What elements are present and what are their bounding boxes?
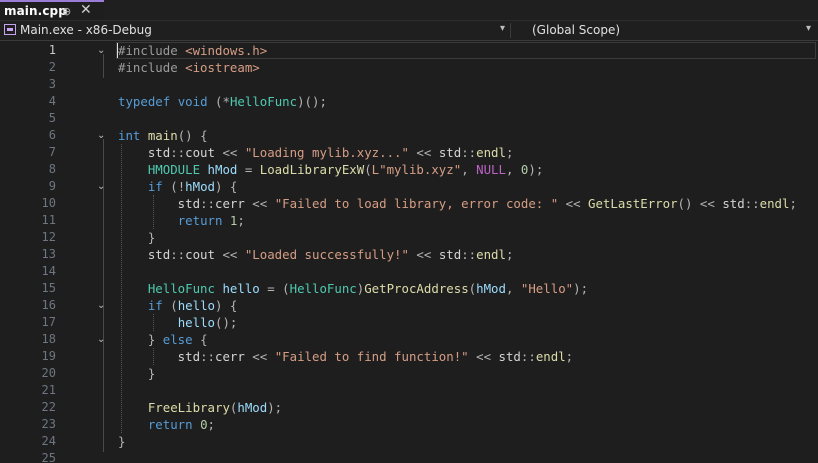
line-number: 20 (41, 366, 56, 380)
code-text: std::cout << "Loading mylib.xyz..." << s… (118, 145, 514, 160)
line-number: 24 (41, 434, 56, 448)
code-text: return 0; (147, 417, 215, 432)
navbar-divider (510, 23, 511, 38)
code-text: typedef void (*HelloFunc)(); (118, 94, 327, 109)
fold-toggle-icon[interactable]: ⌄ (97, 331, 105, 348)
line-number: 25 (41, 451, 56, 463)
line-number: 22 (41, 400, 56, 414)
code-line[interactable]: 10 std::cerr << "Failed to load library,… (0, 195, 818, 212)
code-line[interactable]: 1 ⌄ #include <windows.h> (0, 42, 818, 59)
code-line[interactable]: 7 std::cout << "Loading mylib.xyz..." <<… (0, 144, 818, 161)
code-text: if (!hMod) { (147, 179, 238, 194)
line-number: 19 (41, 349, 56, 363)
tab-main-cpp[interactable]: main.cpp ⊕ ✕ (0, 0, 104, 20)
line-number: 2 (48, 60, 56, 74)
line-number: 4 (48, 94, 56, 108)
code-line[interactable]: 3 (0, 76, 818, 93)
code-line[interactable]: 11 return 1; (0, 212, 818, 229)
code-text: #include <windows.h> (118, 43, 268, 58)
code-line[interactable]: 21 (0, 382, 818, 399)
code-line[interactable]: 18 ⌄ } else { (0, 331, 818, 348)
code-line[interactable]: 15 HelloFunc hello = (HelloFunc)GetProcA… (0, 280, 818, 297)
code-text: return 1; (177, 213, 245, 228)
code-text: std::cerr << "Failed to find function!" … (118, 349, 574, 364)
line-number: 18 (41, 332, 56, 346)
line-number: 1 (48, 43, 56, 57)
line-number: 7 (48, 145, 56, 159)
document-tab-strip: main.cpp ⊕ ✕ (0, 0, 818, 21)
code-line[interactable]: 13 std::cout << "Loaded successfully!" <… (0, 246, 818, 263)
fold-toggle-icon[interactable]: ⌄ (97, 297, 105, 314)
code-text: } (118, 366, 156, 381)
code-text: HMODULE hMod = LoadLibraryExW(L"mylib.xy… (147, 162, 544, 177)
line-number: 17 (41, 315, 56, 329)
code-text: } else { (118, 332, 208, 347)
code-text: int main() { (118, 128, 208, 143)
code-line[interactable]: 20 } (0, 365, 818, 382)
line-number: 10 (41, 196, 56, 210)
code-line[interactable]: 6 ⌄ int main() { (0, 127, 818, 144)
project-dropdown[interactable]: Main.exe - x86-Debug ▾ (2, 22, 510, 40)
line-number: 6 (48, 128, 56, 142)
line-number: 15 (41, 281, 56, 295)
navigation-bar: Main.exe - x86-Debug ▾ (Global Scope) ▾ (0, 21, 818, 41)
code-line[interactable]: 5 (0, 110, 818, 127)
project-label: Main.exe - x86-Debug (20, 23, 152, 37)
scope-dropdown[interactable]: (Global Scope) (532, 23, 620, 37)
fold-toggle-icon[interactable]: ⌄ (97, 127, 105, 144)
line-number: 9 (48, 179, 56, 193)
code-line[interactable]: 23 return 0; (0, 416, 818, 433)
code-text: } (118, 230, 156, 245)
code-line[interactable]: 2 #include <iostream> (0, 59, 818, 76)
project-icon (4, 24, 16, 35)
code-text: std::cerr << "Failed to load library, er… (118, 196, 797, 211)
line-number: 11 (41, 213, 56, 227)
code-line[interactable]: 19 std::cerr << "Failed to find function… (0, 348, 818, 365)
code-line[interactable]: 25 (0, 450, 818, 463)
fold-toggle-icon[interactable]: ⌄ (97, 178, 105, 195)
line-number: 12 (41, 230, 56, 244)
line-number: 3 (48, 77, 56, 91)
line-number: 8 (48, 162, 56, 176)
code-line[interactable]: 12 } (0, 229, 818, 246)
code-line[interactable]: 16 ⌄ if (hello) { (0, 297, 818, 314)
code-text: #include <iostream> (118, 60, 260, 75)
code-line[interactable]: 22 FreeLibrary(hMod); (0, 399, 818, 416)
code-line[interactable]: 4 typedef void (*HelloFunc)(); (0, 93, 818, 110)
code-text: FreeLibrary(hMod); (147, 400, 283, 415)
tab-title: main.cpp (4, 4, 67, 18)
code-text: hello(); (177, 315, 238, 330)
code-text: if (hello) { (147, 298, 238, 313)
line-number: 5 (48, 111, 56, 125)
code-text: std::cout << "Loaded successfully!" << s… (118, 247, 514, 262)
code-line[interactable]: 24} (0, 433, 818, 450)
fold-toggle-icon[interactable]: ⌄ (97, 42, 105, 59)
chevron-down-icon[interactable]: ▾ (806, 23, 811, 34)
chevron-down-icon: ▾ (500, 23, 506, 34)
line-number: 21 (41, 383, 56, 397)
line-number: 23 (41, 417, 56, 431)
code-line[interactable]: 9 ⌄ if (!hMod) { (0, 178, 818, 195)
code-text: HelloFunc hello = (HelloFunc)GetProcAddr… (147, 281, 589, 296)
code-line[interactable]: 14 (0, 263, 818, 280)
code-line[interactable]: 17 hello(); (0, 314, 818, 331)
code-text: } (118, 434, 126, 449)
line-number: 14 (41, 264, 56, 278)
pin-icon[interactable]: ⊕ (62, 5, 71, 18)
line-number: 16 (41, 298, 56, 312)
line-number: 13 (41, 247, 56, 261)
code-line[interactable]: 8 HMODULE hMod = LoadLibraryExW(L"mylib.… (0, 161, 818, 178)
code-editor[interactable]: 1 ⌄ #include <windows.h> 2 #include <iostrea… (0, 41, 818, 463)
close-icon[interactable]: ✕ (80, 2, 92, 18)
